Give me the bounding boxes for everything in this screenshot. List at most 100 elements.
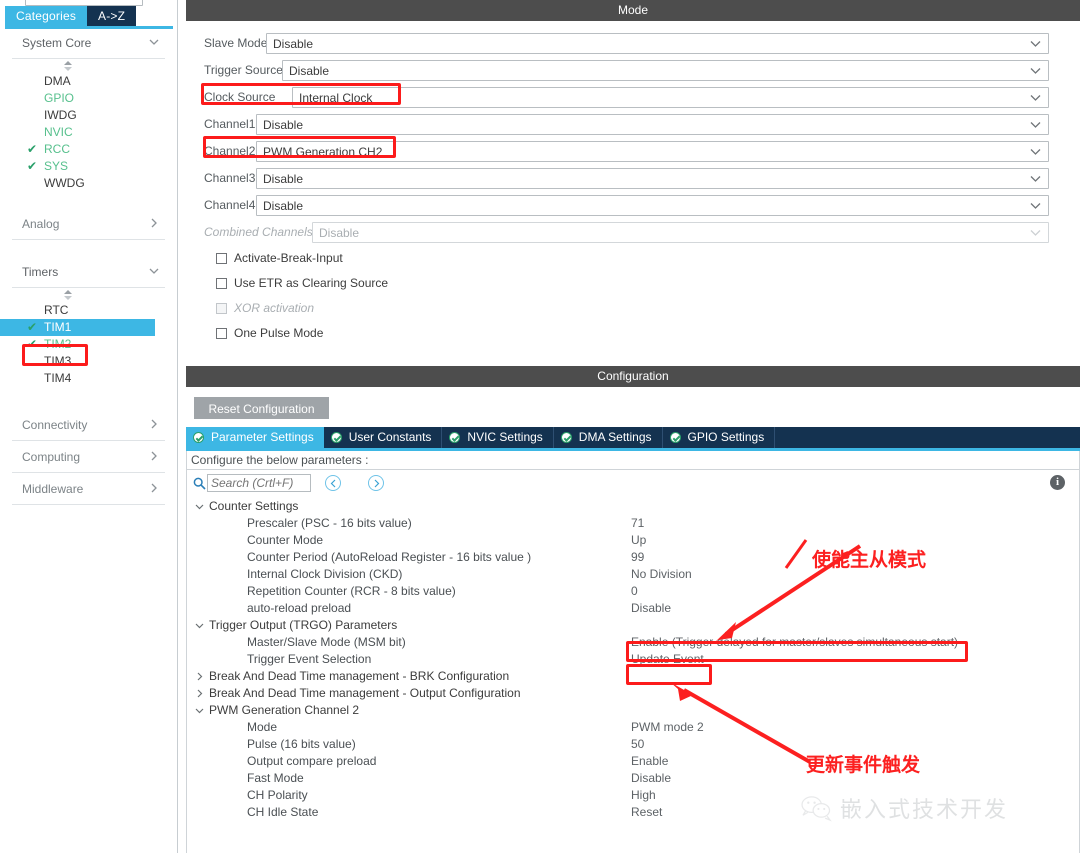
table-row-master-slave-mode[interactable]: Master/Slave Mode (MSM bit) Enable (Trig… xyxy=(187,634,1079,651)
chevron-down-icon[interactable] xyxy=(194,705,205,716)
sidebar-group-system-core[interactable]: System Core xyxy=(12,29,165,59)
param-value[interactable]: Reset xyxy=(631,805,662,819)
search-next-button[interactable] xyxy=(368,475,384,491)
sidebar-item-sys[interactable]: ✔ SYS xyxy=(0,158,177,175)
chevron-right-icon[interactable] xyxy=(194,688,205,699)
clock-source-combo[interactable]: Internal Clock xyxy=(292,87,1049,108)
table-row[interactable]: Counter Period (AutoReload Register - 16… xyxy=(187,549,1079,566)
channel4-combo[interactable]: Disable xyxy=(256,195,1049,216)
sidebar-scroll-handle-system-core[interactable] xyxy=(0,59,177,73)
configuration-tab-bar: Parameter Settings User Constants NVIC S… xyxy=(186,427,1080,451)
param-value[interactable]: Up xyxy=(631,533,646,547)
param-value-master-slave-mode[interactable]: Enable (Trigger delayed for master/slave… xyxy=(631,635,958,649)
checkbox-row-one-pulse-mode[interactable]: One Pulse Mode xyxy=(186,324,1080,349)
tab-gpio-settings[interactable]: GPIO Settings xyxy=(662,427,776,448)
chevron-down-icon xyxy=(1030,148,1041,156)
tree-group-trigger-output[interactable]: Trigger Output (TRGO) Parameters xyxy=(187,617,1079,634)
table-row[interactable]: CH Polarity High xyxy=(187,787,1079,804)
sidebar-item-tim3[interactable]: TIM3 xyxy=(0,353,177,370)
tab-dma-settings[interactable]: DMA Settings xyxy=(553,427,663,448)
sidebar-group-timers[interactable]: Timers xyxy=(12,258,165,288)
sidebar-group-computing[interactable]: Computing xyxy=(12,443,165,473)
sidebar: Categories A->Z System Core DMA GPIO IWD… xyxy=(0,0,178,853)
param-value[interactable]: Enable xyxy=(631,754,668,768)
sidebar-item-tim4[interactable]: TIM4 xyxy=(0,370,177,387)
param-label: Prescaler (PSC - 16 bits value) xyxy=(247,516,412,530)
param-value[interactable]: Disable xyxy=(631,601,671,615)
mode-label-clock-source: Clock Source xyxy=(204,90,276,104)
table-row[interactable]: Prescaler (PSC - 16 bits value) 71 xyxy=(187,515,1079,532)
chevron-down-icon[interactable] xyxy=(194,501,205,512)
chevron-right-icon[interactable] xyxy=(194,671,205,682)
checkbox-row-use-etr-clearing-source[interactable]: Use ETR as Clearing Source xyxy=(186,274,1080,299)
checkbox-one-pulse-mode[interactable] xyxy=(216,328,227,339)
param-value[interactable]: High xyxy=(631,788,656,802)
tab-label: NVIC Settings xyxy=(467,430,543,444)
param-value-trigger-event-selection[interactable]: Update Event xyxy=(631,652,704,666)
param-value[interactable]: 50 xyxy=(631,737,644,751)
sidebar-scroll-handle-timers[interactable] xyxy=(0,288,177,302)
param-value[interactable]: 0 xyxy=(631,584,638,598)
table-row-trigger-event-selection[interactable]: Trigger Event Selection Update Event xyxy=(187,651,1079,668)
sidebar-group-analog[interactable]: Analog xyxy=(12,210,165,240)
sidebar-item-rtc[interactable]: RTC xyxy=(0,302,177,319)
checkbox-use-etr-clearing-source[interactable] xyxy=(216,278,227,289)
slave-mode-combo[interactable]: Disable xyxy=(266,33,1049,54)
chevron-down-icon xyxy=(1030,202,1041,210)
mode-rows: Slave Mode Disable Trigger Source Disabl… xyxy=(186,21,1080,349)
checkbox-row-activate-break-input[interactable]: Activate-Break-Input xyxy=(186,249,1080,274)
checkbox-activate-break-input[interactable] xyxy=(216,253,227,264)
info-icon[interactable]: i xyxy=(1050,475,1065,490)
table-row[interactable]: CH Idle State Reset xyxy=(187,804,1079,821)
channel1-combo[interactable]: Disable xyxy=(256,114,1049,135)
channel3-combo[interactable]: Disable xyxy=(256,168,1049,189)
reset-configuration-button[interactable]: Reset Configuration xyxy=(194,397,329,419)
sidebar-item-rcc[interactable]: ✔ RCC xyxy=(0,141,177,158)
chevron-down-icon[interactable] xyxy=(194,620,205,631)
sidebar-item-gpio[interactable]: GPIO xyxy=(0,90,177,107)
tab-nvic-settings[interactable]: NVIC Settings xyxy=(442,427,554,448)
param-value[interactable]: PWM mode 2 xyxy=(631,720,704,734)
sidebar-item-iwdg[interactable]: IWDG xyxy=(0,107,177,124)
sidebar-group-middleware[interactable]: Middleware xyxy=(12,475,165,505)
param-value[interactable]: 99 xyxy=(631,550,644,564)
sidebar-item-wwdg[interactable]: WWDG xyxy=(0,175,177,192)
sidebar-tab-a-to-z[interactable]: A->Z xyxy=(87,6,137,26)
param-value[interactable]: No Division xyxy=(631,567,692,581)
trigger-source-combo[interactable]: Disable xyxy=(282,60,1049,81)
sidebar-tab-categories[interactable]: Categories xyxy=(5,6,88,26)
search-previous-button[interactable] xyxy=(325,475,341,491)
sidebar-item-tim2[interactable]: ✔ TIM2 xyxy=(0,336,177,353)
sidebar-group-label: Computing xyxy=(22,450,81,464)
chevron-down-icon xyxy=(1030,40,1041,48)
sidebar-item-dma[interactable]: DMA xyxy=(0,73,177,90)
sidebar-item-nvic[interactable]: NVIC xyxy=(0,124,177,141)
table-row[interactable]: Internal Clock Division (CKD) No Divisio… xyxy=(187,566,1079,583)
channel2-combo[interactable]: PWM Generation CH2 xyxy=(256,141,1049,162)
search-icon xyxy=(193,477,206,490)
channel2-value: PWM Generation CH2 xyxy=(263,145,383,159)
tab-label: User Constants xyxy=(348,430,432,444)
table-row[interactable]: Counter Mode Up xyxy=(187,532,1079,549)
sidebar-item-tim1[interactable]: ✔ TIM1 xyxy=(0,319,155,336)
tree-group-label: Break And Dead Time management - BRK Con… xyxy=(209,669,510,683)
table-row[interactable]: Fast Mode Disable xyxy=(187,770,1079,787)
tree-group-pwm-generation-channel-2[interactable]: PWM Generation Channel 2 xyxy=(187,702,1079,719)
param-value[interactable]: Disable xyxy=(631,771,671,785)
table-row[interactable]: Mode PWM mode 2 xyxy=(187,719,1079,736)
table-row[interactable]: Pulse (16 bits value) 50 xyxy=(187,736,1079,753)
tree-group-brk-configuration[interactable]: Break And Dead Time management - BRK Con… xyxy=(187,668,1079,685)
tab-parameter-settings[interactable]: Parameter Settings xyxy=(186,427,324,448)
sidebar-group-connectivity[interactable]: Connectivity xyxy=(12,411,165,441)
param-value[interactable]: 71 xyxy=(631,516,644,530)
tree-group-output-configuration[interactable]: Break And Dead Time management - Output … xyxy=(187,685,1079,702)
search-input[interactable] xyxy=(207,474,311,492)
tree-group-counter-settings[interactable]: Counter Settings xyxy=(187,498,1079,515)
table-row[interactable]: Output compare preload Enable xyxy=(187,753,1079,770)
param-label: Output compare preload xyxy=(247,754,377,768)
peripheral-list-timers: RTC ✔ TIM1 ✔ TIM2 TIM3 TIM4 xyxy=(0,302,177,387)
table-row[interactable]: auto-reload preload Disable xyxy=(187,600,1079,617)
tab-user-constants[interactable]: User Constants xyxy=(323,427,443,448)
mode-label-channel2: Channel2 xyxy=(204,144,256,158)
table-row[interactable]: Repetition Counter (RCR - 8 bits value) … xyxy=(187,583,1079,600)
